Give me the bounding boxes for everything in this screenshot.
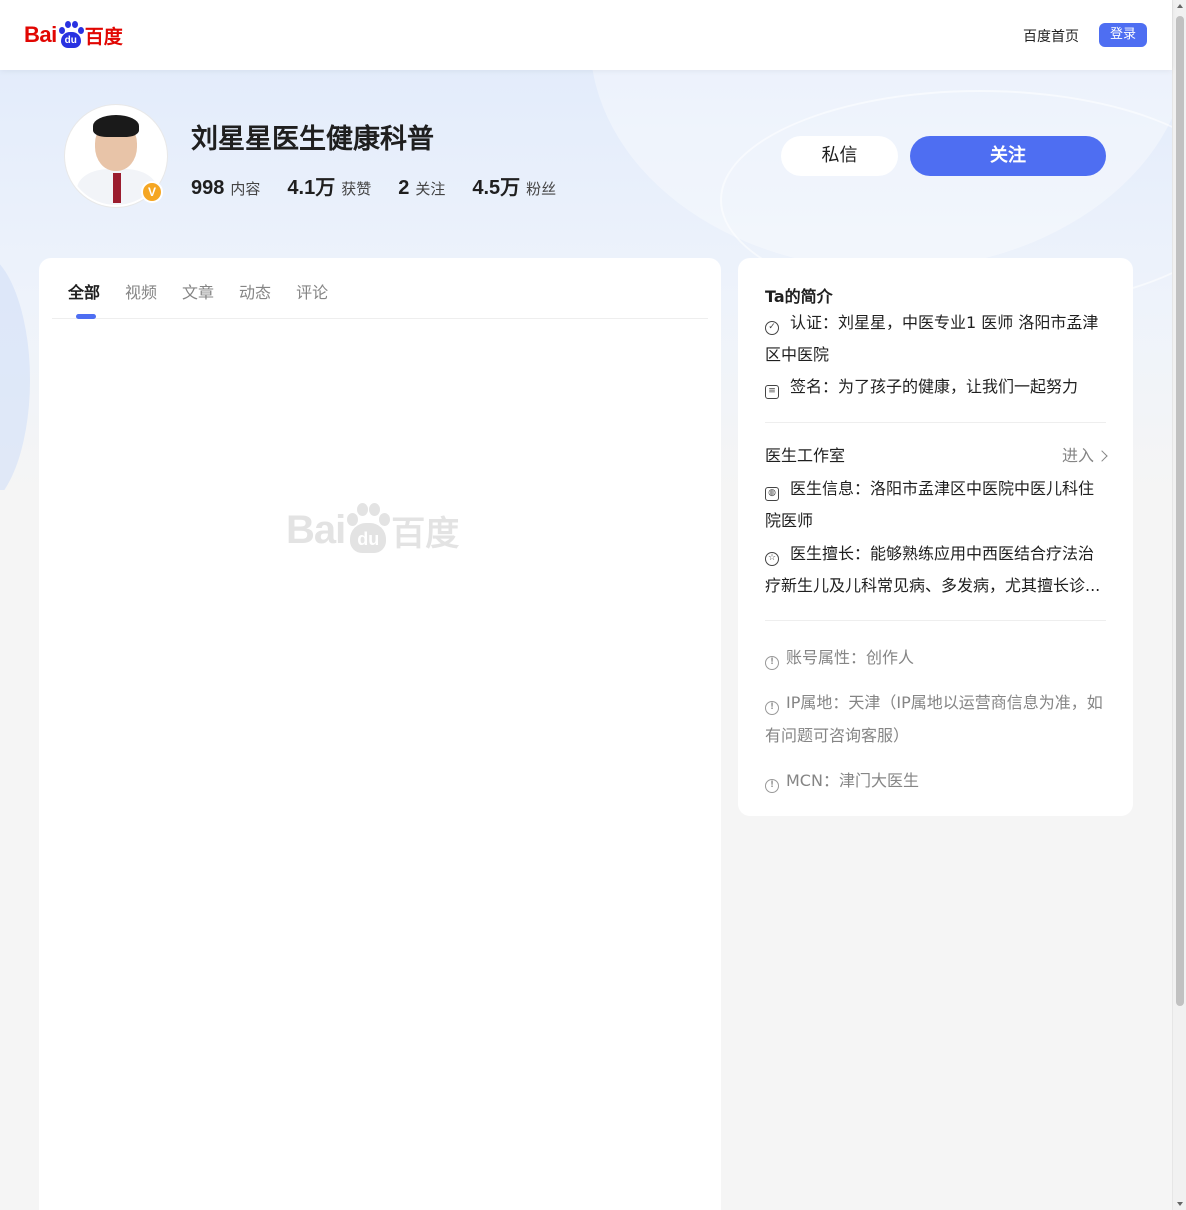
certification-text: 认证：刘星星，中医专业1 医师 洛阳市孟津区中医院 [765,313,1099,364]
verified-badge-icon: V [141,181,163,203]
chevron-right-icon [1096,450,1108,462]
logo-chinese-text: 百度 [84,25,123,48]
account-attribute: ! 账号属性：创作人 [765,641,1106,674]
stat-likes: 4.1万 获赞 [287,171,371,200]
ip-location: ! IP属地：天津（IP属地以运营商信息为准，如有问题可咨询客服） [765,686,1106,752]
stat-label: 内容 [230,180,261,198]
stat-followers[interactable]: 4.5万 粉丝 [472,171,556,200]
loading-logo-latin: Bai [286,507,346,552]
tab-label: 视频 [125,283,158,302]
tab-label: 文章 [182,283,215,302]
tab-video[interactable]: 视频 [125,258,157,319]
section-divider [765,422,1106,423]
tab-dynamic[interactable]: 动态 [239,258,271,319]
stat-following[interactable]: 2 关注 [398,177,445,200]
tab-all[interactable]: 全部 [68,258,100,319]
signature-text: 签名：为了孩子的健康，让我们一起努力 [790,377,1079,396]
tab-label: 评论 [296,283,329,302]
follow-button[interactable]: 关注 [910,136,1106,176]
stat-label: 粉丝 [526,180,557,198]
logo-latin-text: Bai [24,22,57,47]
studio-enter-link[interactable]: 进入 [1061,442,1108,466]
stat-label: 获赞 [341,180,372,198]
profile-intro-panel: Ta的简介 ✓ 认证：刘星星，中医专业1 医师 洛阳市孟津区中医院 ≡ 签名：为了孩… [738,258,1133,816]
paw-icon: du [58,20,84,50]
info-circle-icon: ! [765,701,779,715]
info-circle-icon: ! [765,656,779,670]
certification-info: ✓ 认证：刘星星，中医专业1 医师 洛阳市孟津区中医院 [765,307,1106,371]
top-navigation-bar: Bai du 百度 百度首页 登录 [0,0,1172,70]
stat-content[interactable]: 998 内容 [191,177,260,200]
content-tabs: 全部 视频 文章 动态 评论 [52,258,708,319]
loading-placeholder-logo: Bai du 百度 [286,501,459,559]
stat-value: 4.1万 [287,177,336,199]
doctor-specialty: ☆ 医生擅长：能够熟练应用中西医结合疗法治疗新生儿及儿科常见病、多发病，尤其擅长诊… [765,538,1106,602]
scrollbar-thumb[interactable] [1176,16,1184,1006]
loading-logo-chinese: 百度 [391,513,460,554]
mcn-text: MCN：津门大医生 [786,771,919,790]
section-divider [765,620,1106,621]
stat-value: 4.5万 [472,177,521,199]
stat-value: 998 [191,177,225,199]
loading-logo-paw-text: du [350,523,387,553]
specialty-text: 医生擅长：能够熟练应用中西医结合疗法治疗新生儿及儿科常见病、多发病，尤其擅长诊.… [765,544,1101,595]
profile-name: 刘星星医生健康科普 [191,124,434,155]
active-tab-indicator [76,314,96,319]
ip-location-text: IP属地：天津（IP属地以运营商信息为准，如有问题可咨询客服） [765,693,1103,745]
doctor-info-text: 医生信息：洛阳市孟津区中医院中医儿科住院医师 [765,479,1095,530]
info-circle-icon: ! [765,779,779,793]
enter-label: 进入 [1061,446,1094,465]
stat-value: 2 [398,177,410,199]
doctor-info: ◍ 医生信息：洛阳市孟津区中医院中医儿科住院医师 [765,473,1106,537]
note-icon: ≡ [765,385,779,399]
scroll-up-icon[interactable] [1177,4,1183,8]
account-attribute-text: 账号属性：创作人 [786,648,915,667]
logo-paw-text: du [60,32,81,48]
doctor-icon: ◍ [765,487,779,501]
baidu-logo[interactable]: Bai du 百度 [24,18,123,52]
mcn-info: ! MCN：津门大医生 [765,764,1106,797]
baidu-home-link[interactable]: 百度首页 [1023,26,1079,46]
tab-label: 全部 [68,283,101,302]
tab-comment[interactable]: 评论 [296,258,328,319]
tab-label: 动态 [239,283,272,302]
verified-check-icon: ✓ [765,321,779,335]
scroll-down-icon[interactable] [1177,1202,1183,1206]
tab-article[interactable]: 文章 [182,258,214,319]
doctor-studio-title: 医生工作室 [765,446,846,465]
star-icon: ☆ [765,552,779,566]
profile-stats: 998 内容 4.1万 获赞 2 关注 4.5万 粉丝 [191,171,583,200]
intro-title: Ta的简介 [765,287,833,306]
message-button[interactable]: 私信 [781,136,898,176]
login-button[interactable]: 登录 [1099,23,1147,47]
signature-info: ≡ 签名：为了孩子的健康，让我们一起努力 [765,371,1106,403]
page-scrollbar[interactable] [1172,0,1186,1210]
paw-icon: du [346,501,391,559]
content-feed-panel: 全部 视频 文章 动态 评论 Bai du 百度 [39,258,721,1210]
stat-label: 关注 [415,180,446,198]
